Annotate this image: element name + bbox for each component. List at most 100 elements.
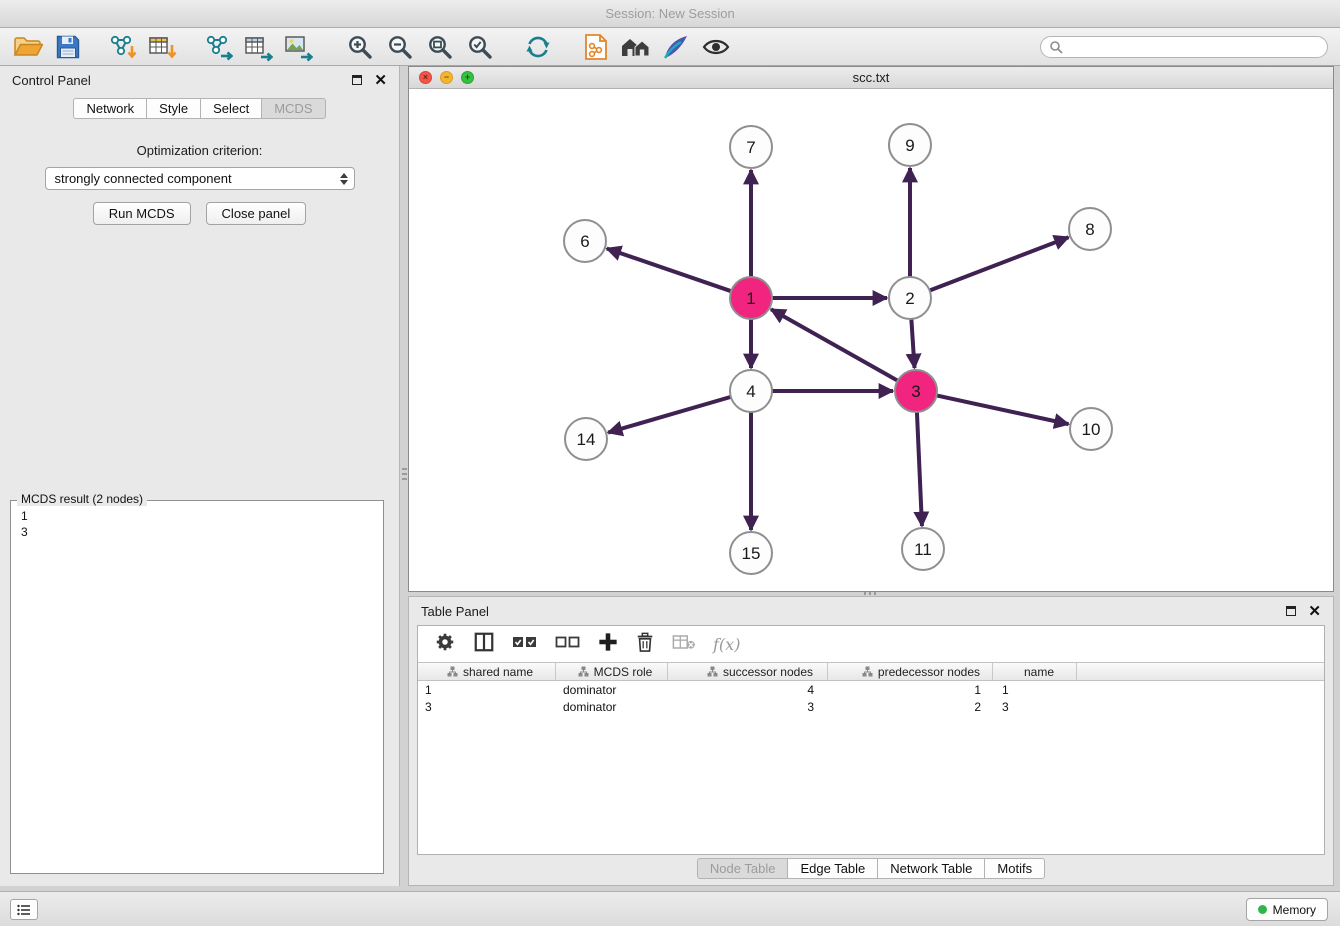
graph-node-4[interactable]: 4 [730,370,772,412]
import-table-file-icon[interactable] [142,30,182,64]
show-hide-eye-icon[interactable] [696,30,736,64]
task-list-icon [17,904,31,916]
network-view-window: × − + scc.txt 7968124314101511 [408,66,1334,592]
show-columns-icon[interactable] [473,631,495,658]
criterion-dropdown-value: strongly connected component [55,171,232,186]
network-canvas[interactable]: 7 9 6 8 1 2 4 3 14 10 15 11 [409,89,1333,591]
graph-node-10[interactable]: 10 [1070,408,1112,450]
graph-edge-2-3[interactable] [911,319,914,368]
svg-text:9: 9 [905,136,914,155]
tab-node-table[interactable]: Node Table [697,858,789,879]
column-header-successor-nodes[interactable]: successor nodes [668,663,828,680]
run-mcds-button[interactable]: Run MCDS [93,202,191,225]
column-header-predecessor-nodes[interactable]: predecessor nodes [828,663,993,680]
table-cell: 3 [418,698,556,715]
column-type-icon [862,666,873,677]
memory-status-icon [1258,905,1267,914]
deselect-all-icon[interactable] [555,633,581,656]
graph-node-9[interactable]: 9 [889,124,931,166]
vertical-splitter[interactable] [401,462,407,486]
column-type-icon [707,666,718,677]
network-file-icon[interactable] [576,30,616,64]
graph-edge-3-10[interactable] [937,395,1069,424]
graph-edge-3-11[interactable] [917,412,922,526]
memory-button[interactable]: Memory [1246,898,1328,921]
style-brush-icon[interactable] [656,30,696,64]
zoom-in-icon[interactable] [340,30,380,64]
close-panel-icon[interactable]: ✕ [374,73,387,88]
graph-edge-3-1[interactable] [771,309,898,380]
window-title: Session: New Session [605,6,734,21]
float-panel-icon[interactable] [352,75,362,85]
status-bar: Memory [0,891,1340,926]
svg-text:6: 6 [580,232,589,251]
criterion-dropdown[interactable]: strongly connected component [45,167,355,190]
float-table-panel-icon[interactable] [1286,606,1296,616]
table-panel-header: Table Panel ✕ [409,597,1333,625]
table-panel: Table Panel ✕ [408,596,1334,886]
select-all-icon[interactable] [512,633,538,656]
tab-network-table[interactable]: Network Table [877,858,985,879]
add-column-icon[interactable] [598,632,618,657]
delete-column-trash-icon[interactable] [635,631,655,658]
graph-node-14[interactable]: 14 [565,418,607,460]
graph-node-8[interactable]: 8 [1069,208,1111,250]
maximize-window-icon[interactable]: + [461,71,474,84]
graph-edge-1-6[interactable] [607,248,731,291]
column-header-filler [1077,663,1324,680]
control-panel-header: Control Panel ✕ [0,66,399,94]
zoom-out-icon[interactable] [380,30,420,64]
table-settings-gear-icon[interactable] [434,631,456,658]
graph-node-11[interactable]: 11 [902,528,944,570]
export-network-icon[interactable] [198,30,238,64]
table-cell: 2 [828,698,993,715]
close-window-icon[interactable]: × [419,71,432,84]
tab-mcds[interactable]: MCDS [261,98,325,119]
node-table: f(x) shared name MCDS role successor nod… [417,625,1325,855]
close-table-panel-icon[interactable]: ✕ [1308,604,1321,619]
search-box[interactable] [1040,36,1328,58]
column-header-name[interactable]: name [993,663,1077,680]
tab-motifs[interactable]: Motifs [984,858,1045,879]
graph-node-1[interactable]: 1 [730,277,772,319]
graph-node-6[interactable]: 6 [564,220,606,262]
column-header-mcds-role[interactable]: MCDS role [556,663,668,680]
export-image-icon[interactable] [278,30,318,64]
graph-node-3[interactable]: 3 [895,370,937,412]
table-cell: dominator [556,698,668,715]
graph-node-7[interactable]: 7 [730,126,772,168]
svg-text:4: 4 [746,382,755,401]
control-panel-title: Control Panel [12,73,91,88]
mcds-result-text[interactable]: 1 3 [11,501,383,547]
minimize-window-icon[interactable]: − [440,71,453,84]
search-input[interactable] [1063,40,1319,54]
graph-edge-2-8[interactable] [930,237,1069,290]
zoom-selected-icon[interactable] [460,30,500,64]
svg-text:14: 14 [577,430,596,449]
tab-network[interactable]: Network [73,98,147,119]
first-neighbors-houses-icon[interactable] [616,30,656,64]
tab-edge-table[interactable]: Edge Table [787,858,878,879]
svg-text:15: 15 [742,544,761,563]
tab-style[interactable]: Style [146,98,201,119]
svg-text:7: 7 [746,138,755,157]
tab-select[interactable]: Select [200,98,262,119]
import-network-file-icon[interactable] [102,30,142,64]
table-row[interactable]: 1dominator411 [418,681,1324,698]
export-table-icon[interactable] [238,30,278,64]
zoom-fit-icon[interactable] [420,30,460,64]
column-header-shared-name[interactable]: shared name [418,663,556,680]
close-panel-button[interactable]: Close panel [206,202,307,225]
table-row[interactable]: 3dominator323 [418,698,1324,715]
main-toolbar [0,28,1340,66]
graph-node-15[interactable]: 15 [730,532,772,574]
save-session-icon[interactable] [48,30,88,64]
graph-node-2[interactable]: 2 [889,277,931,319]
column-type-icon [578,666,589,677]
open-session-icon[interactable] [8,30,48,64]
graph-edge-4-14[interactable] [608,397,731,433]
task-history-button[interactable] [10,899,38,920]
apply-layout-icon[interactable] [518,30,558,64]
table-cell: 3 [993,698,1077,715]
table-cell: dominator [556,681,668,698]
